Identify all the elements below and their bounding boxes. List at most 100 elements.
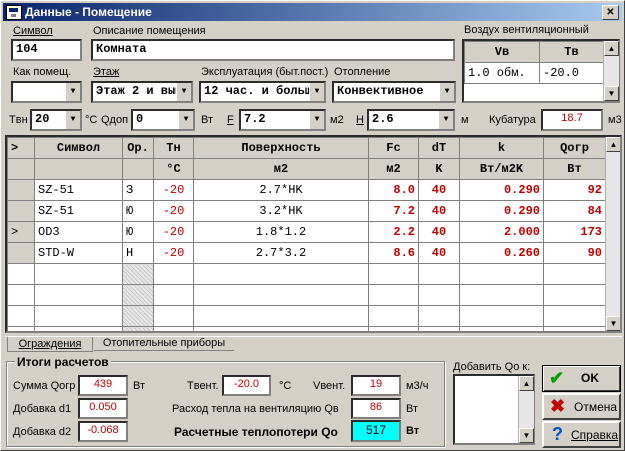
vent-cell-vv[interactable]: 1.0 обм.: [464, 62, 540, 84]
grid-cell-tn[interactable]: [153, 263, 194, 285]
add-qo-list[interactable]: ▲ ▼: [453, 374, 535, 445]
scroll-up-icon[interactable]: ▲: [519, 376, 534, 391]
grid-cell-surface[interactable]: [193, 284, 369, 306]
ok-button[interactable]: ✔ OK: [542, 365, 621, 392]
help-button[interactable]: ? Справка: [542, 421, 621, 448]
table-row[interactable]: STD-W Н -20 2.7*3.2 8.6 40 0.260 90: [7, 242, 606, 264]
grid-cell-surface[interactable]: [193, 305, 369, 327]
grid-cell-symbol[interactable]: SZ-51: [34, 179, 123, 201]
qdop-select[interactable]: 0 ▼: [131, 109, 195, 131]
grid-cell-tn[interactable]: -20: [153, 221, 194, 243]
grid-cell-or[interactable]: Н: [122, 242, 154, 264]
grid-cell-surface[interactable]: 2.7*3.2: [193, 242, 369, 264]
heating-select[interactable]: Конвективное ▼: [332, 81, 456, 103]
chevron-down-icon[interactable]: ▼: [65, 111, 80, 129]
grid-header-4[interactable]: Поверхность: [193, 137, 369, 159]
scroll-up-icon[interactable]: ▲: [604, 41, 619, 56]
grid-cell-symbol[interactable]: [34, 305, 123, 327]
chevron-down-icon[interactable]: ▼: [439, 83, 454, 101]
symbol-field[interactable]: 104: [11, 39, 82, 61]
grid-cell-k[interactable]: [459, 305, 544, 327]
grid-cell-k[interactable]: 0.260: [459, 242, 544, 264]
h-select[interactable]: 2.6 ▼: [367, 109, 455, 131]
grid-cell-fc[interactable]: [368, 305, 419, 327]
grid-cell-dt[interactable]: 40: [418, 200, 460, 222]
table-row[interactable]: [7, 263, 606, 285]
grid-header-3[interactable]: Tн: [153, 137, 194, 159]
grid-cell-surface[interactable]: 1.8*1.2: [193, 221, 369, 243]
grid-cell-fc[interactable]: 8.0: [368, 179, 419, 201]
grid-cell-k[interactable]: 0.290: [459, 179, 544, 201]
grid-cell-dt[interactable]: [418, 284, 460, 306]
scroll-down-icon[interactable]: ▼: [604, 86, 619, 101]
grid-cell-dt[interactable]: [418, 305, 460, 327]
vent-scrollbar[interactable]: ▲ ▼: [603, 41, 619, 101]
vent-cell-tv[interactable]: -20.0: [539, 62, 604, 84]
list-scrollbar[interactable]: ▲ ▼: [518, 376, 534, 443]
grid-header-5[interactable]: Fc: [368, 137, 419, 159]
table-row[interactable]: SZ-51 Ю -20 3.2*HK 7.2 40 0.290 84: [7, 200, 606, 222]
cancel-button[interactable]: ✖ Отмена: [542, 393, 621, 420]
grid-cell-surface[interactable]: [193, 326, 369, 331]
grid-cell-symbol[interactable]: [34, 284, 123, 306]
chevron-down-icon[interactable]: ▼: [65, 83, 80, 101]
grid-cell-symbol[interactable]: STD-W: [34, 242, 123, 264]
grid-cell-tn[interactable]: -20: [153, 200, 194, 222]
exploitation-select[interactable]: 12 час. и больше ▼: [199, 81, 326, 103]
grid-cell-or[interactable]: Ю: [122, 221, 154, 243]
grid-cell-q[interactable]: 173: [543, 221, 606, 243]
grid-cell-mark[interactable]: [7, 305, 35, 327]
grid-cell-tn[interactable]: [153, 284, 194, 306]
scroll-down-icon[interactable]: ▼: [606, 316, 620, 331]
chevron-down-icon[interactable]: ▼: [176, 83, 191, 101]
grid-cell-or[interactable]: [122, 284, 154, 306]
grid-cell-surface[interactable]: 2.7*HK: [193, 179, 369, 201]
chevron-down-icon[interactable]: ▼: [178, 111, 193, 129]
scroll-down-icon[interactable]: ▼: [519, 428, 534, 443]
chevron-down-icon[interactable]: ▼: [309, 111, 324, 129]
grid-cell-fc[interactable]: [368, 263, 419, 285]
grid-header-1[interactable]: Символ: [34, 137, 123, 159]
grid-cell-fc[interactable]: [368, 284, 419, 306]
tab-heaters[interactable]: Отопительные приборы: [94, 337, 234, 351]
table-row[interactable]: [7, 284, 606, 306]
grid-header-2[interactable]: Ор.: [122, 137, 154, 159]
grid-cell-mark[interactable]: [7, 326, 35, 331]
tab-enclosures[interactable]: Ограждения: [7, 337, 93, 352]
grid-cell-fc[interactable]: 2.2: [368, 221, 419, 243]
grid-header-0[interactable]: >: [7, 137, 35, 159]
grid-header-6[interactable]: dT: [418, 137, 460, 159]
f-select[interactable]: 7.2 ▼: [239, 109, 326, 131]
grid-cell-mark[interactable]: [7, 242, 35, 264]
grid-cell-mark[interactable]: [7, 179, 35, 201]
grid-cell-mark[interactable]: >: [7, 221, 35, 243]
grid-cell-surface[interactable]: 3.2*HK: [193, 200, 369, 222]
tvn-select[interactable]: 20 ▼: [30, 109, 82, 131]
grid-cell-fc[interactable]: 8.6: [368, 242, 419, 264]
grid-cell-q[interactable]: [543, 326, 606, 331]
grid-cell-or[interactable]: [122, 326, 154, 331]
floor-select[interactable]: Этаж 2 и выш ▼: [91, 81, 193, 103]
grid-cell-tn[interactable]: [153, 305, 194, 327]
chevron-down-icon[interactable]: ▼: [438, 111, 453, 129]
grid-cell-mark[interactable]: [7, 200, 35, 222]
grid-cell-q[interactable]: 84: [543, 200, 606, 222]
grid-header-8[interactable]: Qогр: [543, 137, 606, 159]
grid-cell-k[interactable]: [459, 326, 544, 331]
grid-cell-q[interactable]: [543, 263, 606, 285]
grid-cell-symbol[interactable]: OD3: [34, 221, 123, 243]
grid-cell-q[interactable]: 90: [543, 242, 606, 264]
grid-cell-k[interactable]: 0.290: [459, 200, 544, 222]
grid-cell-or[interactable]: [122, 263, 154, 285]
grid-cell-dt[interactable]: [418, 263, 460, 285]
grid-cell-mark[interactable]: [7, 284, 35, 306]
grid-scrollbar[interactable]: ▲ ▼: [605, 137, 620, 331]
scroll-up-icon[interactable]: ▲: [606, 137, 620, 152]
table-row[interactable]: [7, 305, 606, 327]
grid-cell-symbol[interactable]: [34, 326, 123, 331]
room-type-select[interactable]: ▼: [11, 81, 82, 103]
grid-cell-symbol[interactable]: [34, 263, 123, 285]
grid-cell-dt[interactable]: 40: [418, 242, 460, 264]
table-row[interactable]: > OD3 Ю -20 1.8*1.2 2.2 40 2.000 173: [7, 221, 606, 243]
grid-cell-k[interactable]: [459, 284, 544, 306]
